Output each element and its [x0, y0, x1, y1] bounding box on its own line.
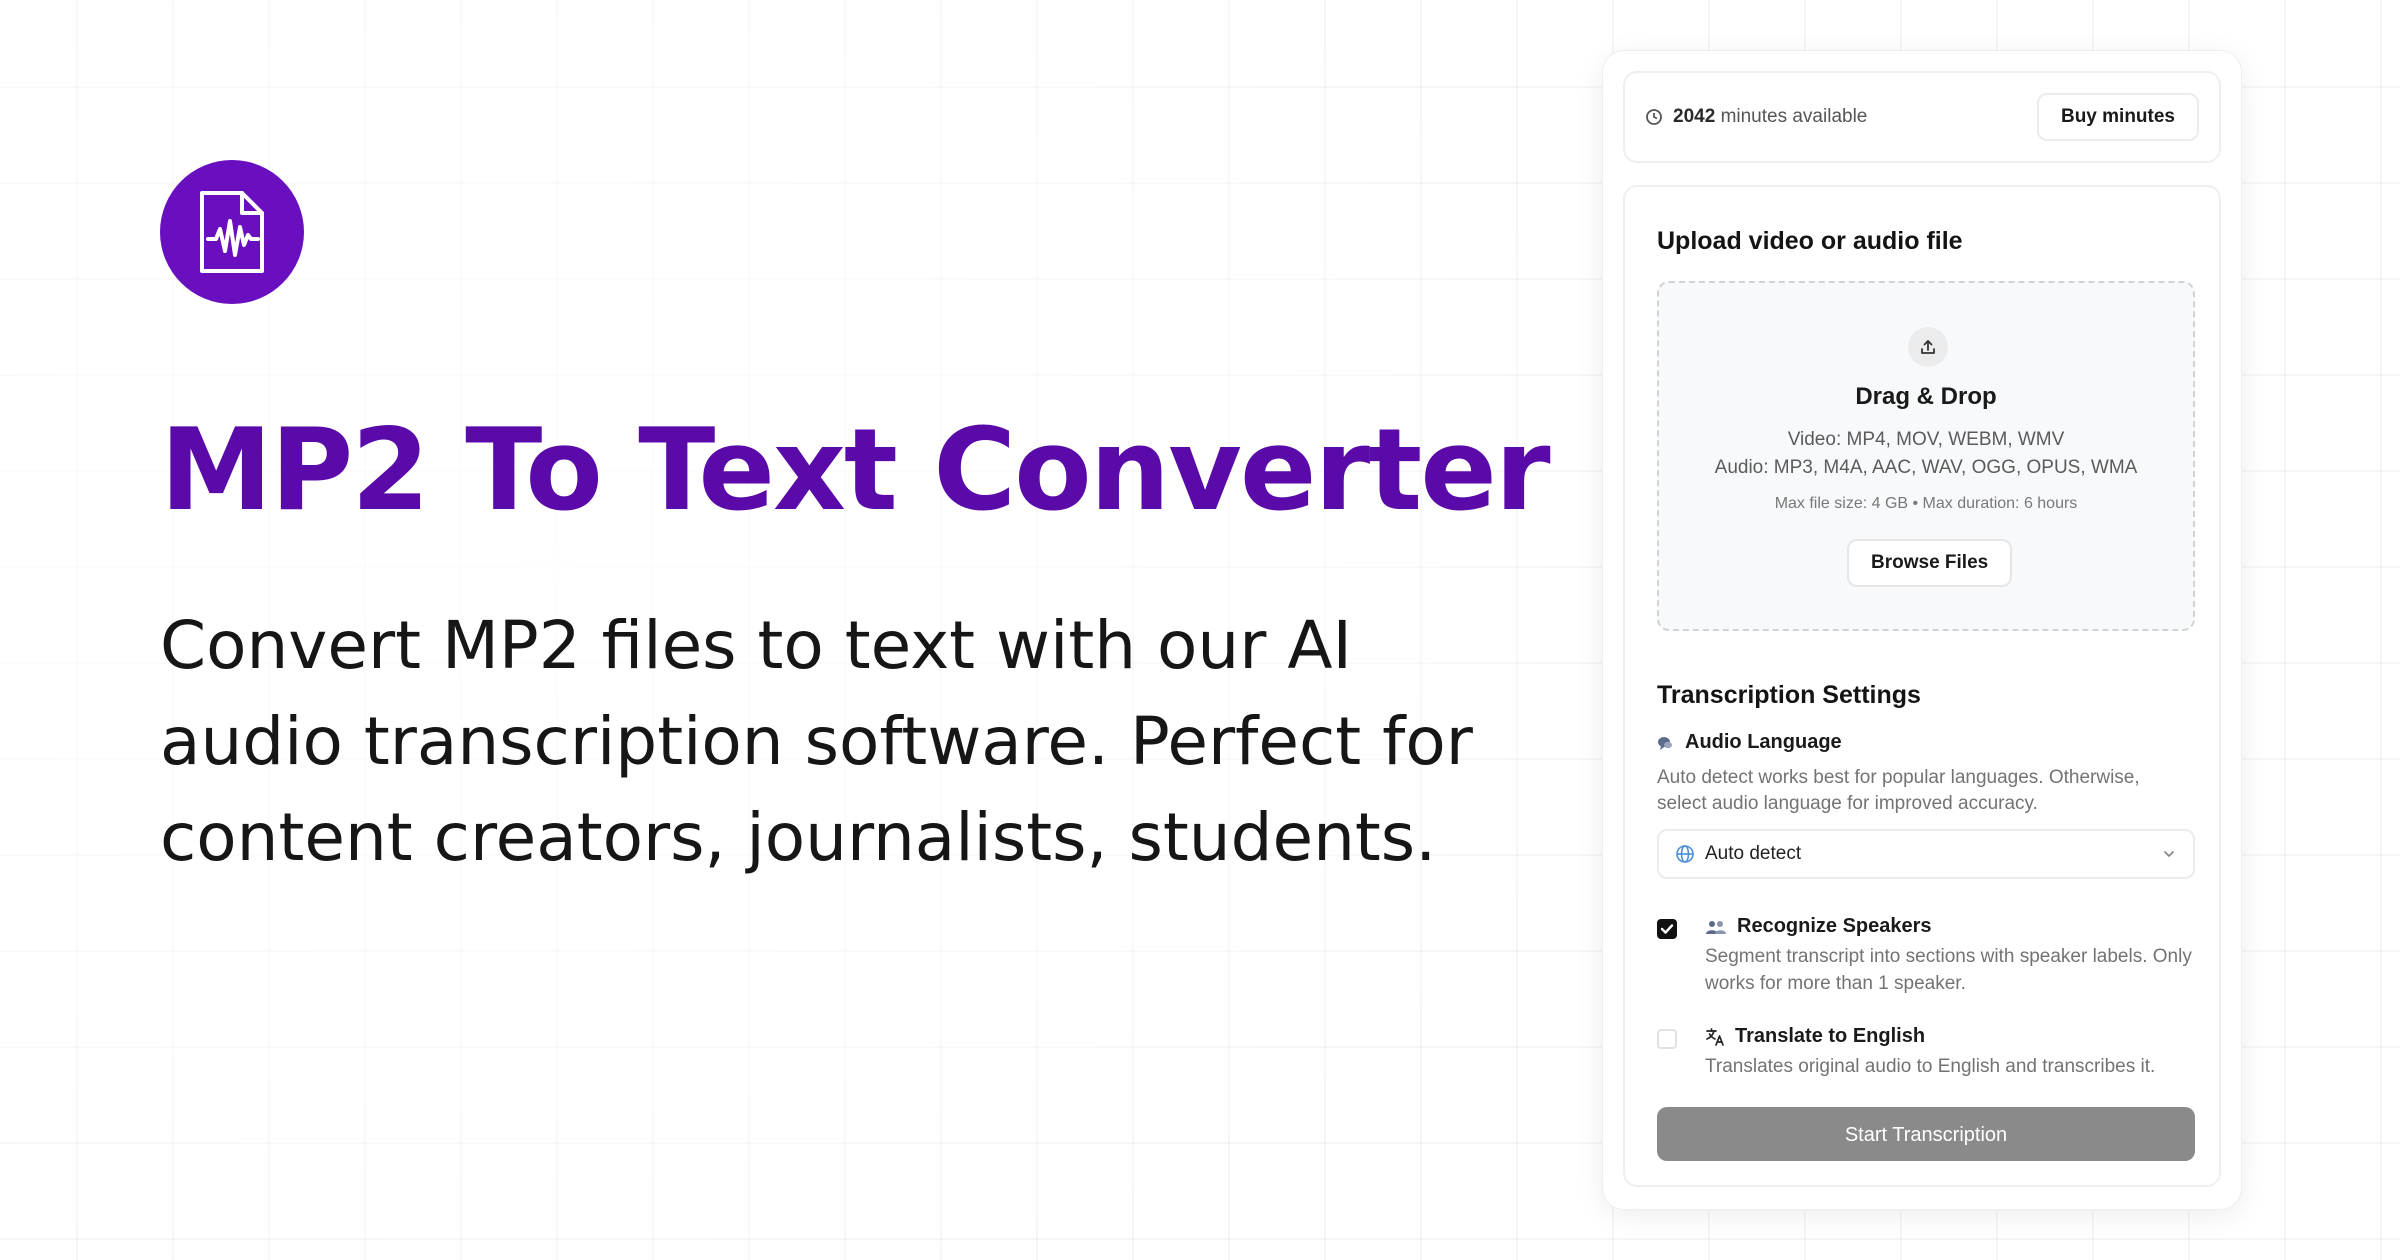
speech-bubble-icon: [1658, 736, 1672, 750]
settings-title: Transcription Settings: [1657, 681, 1921, 709]
people-icon: [1706, 920, 1726, 934]
audio-file-icon: [160, 160, 304, 304]
upload-title: Upload video or audio file: [1657, 227, 1963, 255]
globe-icon: [1676, 845, 1694, 863]
recognize-speakers-head: Recognize Speakers: [1705, 915, 1932, 938]
transcription-card: 2042 minutes available Buy minutes Uploa…: [1602, 50, 2242, 1210]
browse-files-button[interactable]: Browse Files: [1847, 539, 2013, 587]
translate-head: Translate to English: [1705, 1025, 1925, 1048]
recognize-speakers-label: Recognize Speakers: [1737, 915, 1932, 937]
minutes-panel: 2042 minutes available Buy minutes: [1623, 71, 2221, 163]
translate-checkbox[interactable]: [1657, 1029, 1677, 1049]
recognize-speakers-description: Segment transcript into sections with sp…: [1705, 946, 2192, 994]
minutes-count: 2042: [1673, 106, 1716, 127]
drop-zone[interactable]: Drag & Drop Video: MP4, MOV, WEBM, WMV A…: [1657, 281, 2195, 631]
page-title: MP2 To Text Converter: [160, 404, 1551, 536]
language-select-value: Auto detect: [1705, 843, 1802, 864]
upload-settings-panel: Upload video or audio file Drag & Drop V…: [1623, 185, 2221, 1187]
translate-icon: [1706, 1027, 1724, 1046]
minutes-label: minutes available: [1720, 106, 1868, 127]
buy-minutes-button[interactable]: Buy minutes: [2036, 93, 2199, 141]
chevron-down-icon: [2164, 851, 2174, 857]
video-formats: Video: MP4, MOV, WEBM, WMV: [1787, 429, 2065, 450]
upload-limits: Max file size: 4 GB • Max duration: 6 ho…: [1774, 495, 2078, 512]
recognize-speakers-checkbox[interactable]: [1657, 919, 1677, 939]
page-subtitle: Convert MP2 files to text with our AI au…: [160, 607, 1473, 876]
audio-formats: Audio: MP3, M4A, AAC, WAV, OGG, OPUS, WM…: [1714, 457, 2138, 478]
upload-icon: [1908, 327, 1948, 367]
drop-title: Drag & Drop: [1855, 383, 1997, 410]
language-label-row: Audio Language: [1657, 731, 1842, 754]
translate-label: Translate to English: [1735, 1025, 1926, 1047]
start-transcription-button[interactable]: Start Transcription: [1657, 1107, 2195, 1161]
audio-language-label: Audio Language: [1685, 731, 1842, 753]
clock-icon: [1646, 109, 1662, 125]
translate-description: Translates original audio to English and…: [1705, 1056, 2156, 1077]
language-select[interactable]: Auto detect: [1657, 829, 2195, 879]
minutes-available: 2042 minutes available: [1673, 73, 1867, 161]
audio-language-description: Auto detect works best for popular langu…: [1657, 767, 2140, 814]
